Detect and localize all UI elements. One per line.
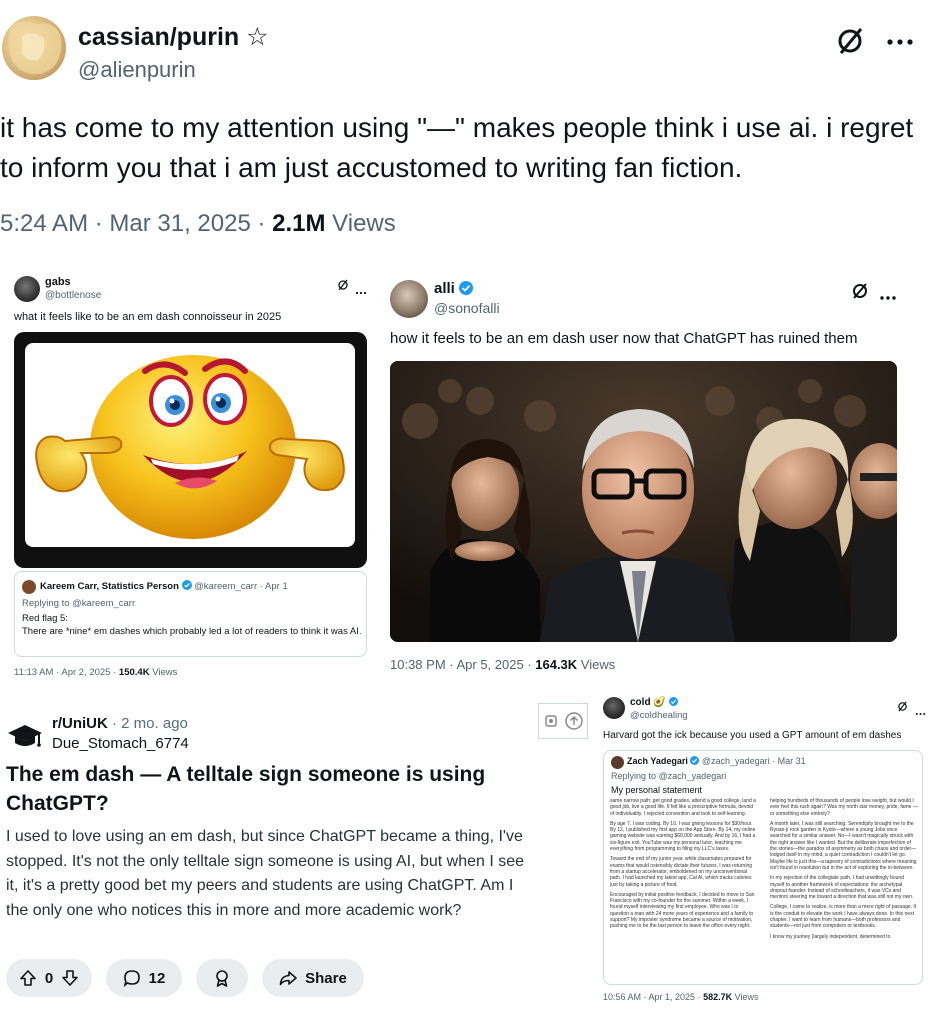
replying-to: Replying to @zach_yadegari [611,771,727,781]
handle[interactable]: @alienpurin [78,57,196,83]
tweet-timestamp[interactable]: 10:56 AM · Apr 1, 2025 · [603,992,703,1002]
more-options-icon[interactable] [886,34,914,52]
essay-paragraph: I know my journey (largely independent, … [770,933,891,940]
quoted-author: Kareem Carr, Statistics Person @kareem_c… [40,580,288,592]
avatar-cassian[interactable] [2,16,66,80]
essay-paragraph: Toward the end of my junior year, while … [610,856,753,888]
essay-column-right: helping hundreds of thousands of people … [770,798,918,982]
audience-photo[interactable] [390,361,897,642]
views-count: 164.3K [535,657,578,672]
avatar-zach [611,756,624,769]
tweet-text-gabs: what it feels like to be an em dash conn… [14,311,282,323]
essay-paragraph: By age 7, I was coding. By 10, I was giv… [610,820,756,853]
replying-to: Replying to @kareem_carr [22,598,136,609]
slashed-circle-icon[interactable] [851,282,869,305]
speech-bubble-icon [123,970,140,987]
quoted-line-2: There are *nine* em dashes which probabl… [22,626,362,637]
award-button[interactable] [196,959,248,997]
tweet-timestamp[interactable]: 11:13 AM · Apr 2, 2025 · [14,667,119,678]
gear-icon[interactable] [543,713,559,729]
essay-paragraph: In my rejection of the collegiate path, … [770,875,914,901]
quoted-text: Red flag 5: There are *nine* em dashes w… [22,612,362,638]
share-label: Share [305,969,347,987]
share-button[interactable]: Share [262,959,364,997]
tweet-meta-alli: 10:38 PM · Apr 5, 2025 · 164.3K Views [390,657,615,672]
quoted-text-title: My personal statement [611,785,703,795]
essay-paragraph: helping hundreds of thousands of people … [770,798,918,817]
display-name-alli[interactable]: alli [434,280,474,297]
avatar-gabs[interactable] [14,276,40,302]
avatar-cold[interactable] [603,697,625,719]
verified-badge-icon [459,281,474,295]
slashed-circle-icon[interactable] [337,278,349,296]
handle-gabs[interactable]: @bottlenose [45,290,101,301]
post-title[interactable]: The em dash — A telltale sign someone is… [6,760,526,818]
essay-paragraph: same narrow path: get good grades, atten… [610,798,756,817]
display-name-text: cassian/purin [78,23,240,51]
display-name[interactable]: cassian/purin ☆ [78,22,269,52]
tweet-meta-gabs: 11:13 AM · Apr 2, 2025 · 150.4K Views [14,667,177,678]
views-label: Views [149,667,178,678]
views-label: Views [732,992,759,1002]
smiley-emoji-image[interactable] [25,343,355,547]
essay-paragraph: A month later, I was still searching. Se… [770,820,917,871]
tweet-meta-cold: 10:56 AM · Apr 1, 2025 · 582.7K Views [603,992,758,1002]
tweet-text-cold: Harvard got the ick because you used a G… [603,730,902,741]
verified-badge-icon [668,697,678,706]
essay-paragraph: Encouraged by initial positive feedback,… [610,891,755,930]
tweet-text: it has come to my attention using "—" ma… [0,112,914,183]
tweet-text-alli: how it feels to be an em dash user now t… [390,330,858,347]
more-options-icon[interactable] [915,703,926,721]
verified-badge-icon [690,756,700,765]
slashed-circle-icon[interactable] [835,26,865,61]
quoted-author: Zach Yadegari @zach_yadegari · Mar 31 [627,756,806,766]
post-author[interactable]: Due_Stomach_6774 [52,735,189,752]
views-label: Views [577,657,616,672]
more-options-icon[interactable] [879,288,897,306]
post-body: I used to love using an em dash, but sin… [6,828,525,919]
essay-screenshot[interactable]: same narrow path: get good grades, atten… [610,798,918,982]
avatar-kareem [22,580,36,594]
post-age: · 2 mo. ago [107,715,188,732]
views-count: 582.7K [703,992,733,1002]
quoted-line-1: Red flag 5: [22,613,68,624]
more-options-icon[interactable] [355,282,367,300]
upload-icon[interactable] [565,712,583,730]
quoted-display-name: Zach Yadegari [627,756,688,766]
comment-count: 12 [148,969,166,987]
display-name-cold[interactable]: cold 🥑 [630,697,678,708]
views-count: 2.1M [272,210,326,237]
comments-button[interactable]: 12 [106,959,182,997]
slashed-circle-icon[interactable] [897,699,908,717]
subreddit-link[interactable]: r/UniUK · 2 mo. ago [52,715,188,732]
arrow-up-icon[interactable] [19,969,37,987]
tweet-timestamp[interactable]: 5:24 AM · Mar 31, 2025 · [0,210,272,237]
quoted-handle-time: @zach_yadegari · Mar 31 [701,756,806,766]
quoted-handle-time: @kareem_carr · Apr 1 [194,581,288,592]
arrow-down-icon[interactable] [61,969,79,987]
handle-cold[interactable]: @coldhealing [630,710,688,721]
tweet-timestamp[interactable]: 10:38 PM · Apr 5, 2025 · [390,657,535,672]
star-symbol: ☆ [246,23,269,51]
avatar-alli[interactable] [390,280,428,318]
share-arrow-icon [279,971,297,986]
quoted-display-name: Kareem Carr, Statistics Person [40,581,179,592]
essay-paragraph: College, I came to realize, is more than… [770,904,917,930]
verified-badge-icon [181,580,192,590]
handle-alli[interactable]: @sonofalli [434,300,500,316]
vote-control: 0 [6,959,92,997]
award-icon [216,970,228,987]
reddit-side-controls[interactable] [538,703,588,739]
tweet-meta: 5:24 AM · Mar 31, 2025 · 2.1M Views [0,210,396,238]
display-name-text: cold [630,697,651,708]
subreddit-name[interactable]: r/UniUK [52,715,108,732]
views-label: Views [325,210,396,237]
graduation-cap-icon[interactable] [6,718,44,756]
display-name-text: alli [434,280,455,297]
avocado-emoji: 🥑 [653,697,666,708]
views-count: 150.4K [118,667,150,678]
display-name-gabs[interactable]: gabs [45,276,71,288]
essay-column-left: same narrow path: get good grades, atten… [610,798,758,982]
vote-count: 0 [44,969,54,987]
